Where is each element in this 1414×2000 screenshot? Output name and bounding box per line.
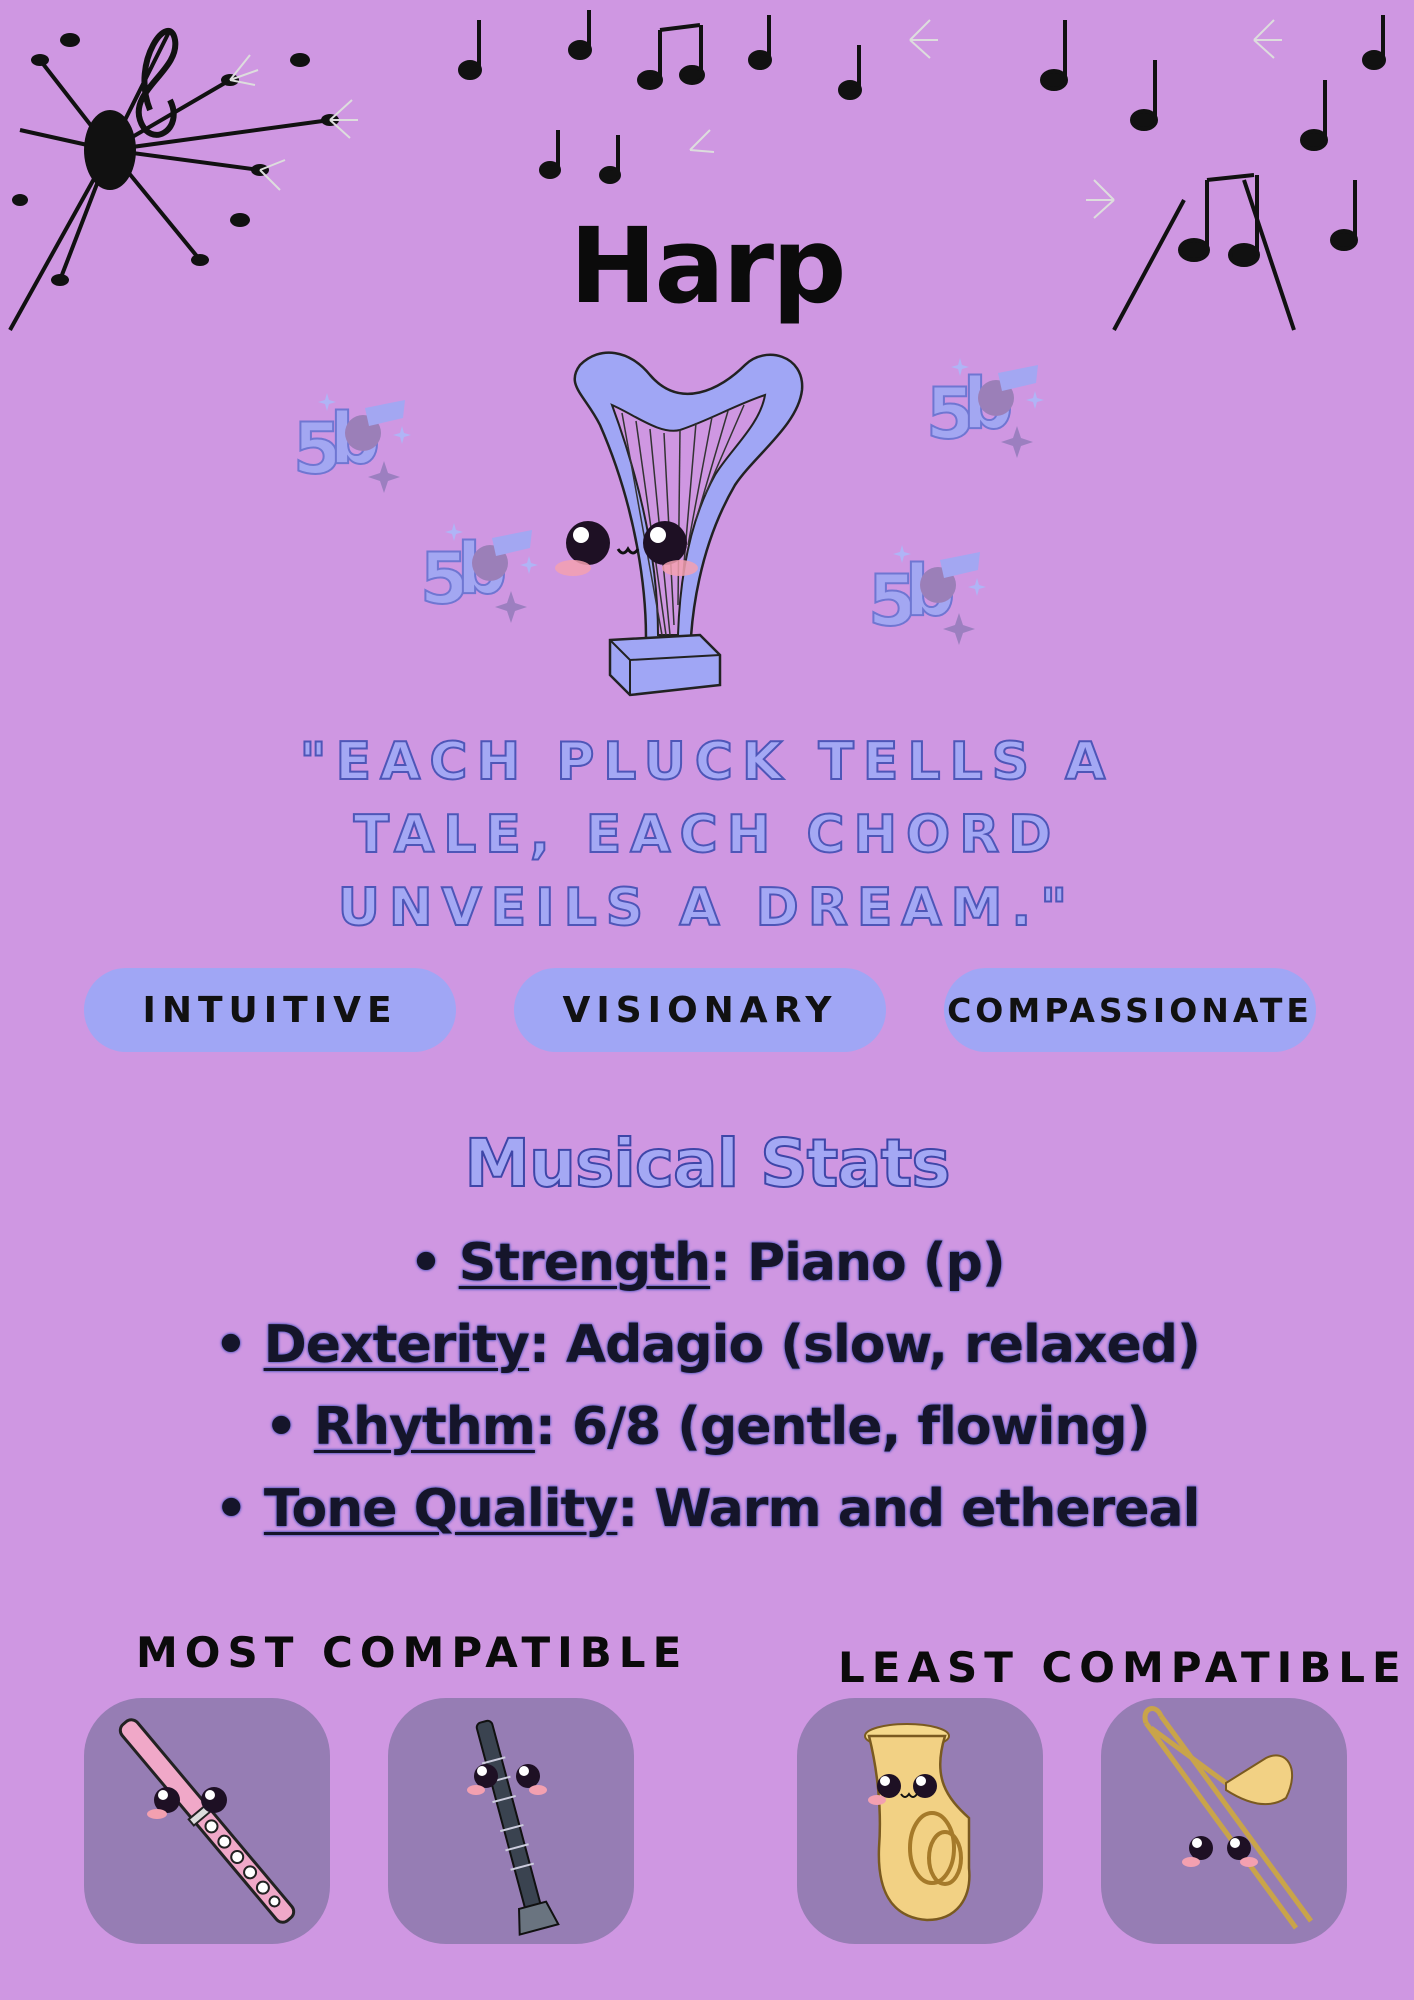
stat-strength: • Strength: Piano (p) <box>409 1233 1006 1293</box>
stat-dexterity: • Dexterity: Adagio (slow, relaxed) <box>214 1315 1201 1375</box>
trait-badge-intuitive: INTUITIVE <box>84 968 456 1052</box>
stat-label: Rhythm <box>313 1397 536 1457</box>
music-notes-decoration-top <box>458 10 938 184</box>
musical-stats-heading: Musical Stats <box>463 1124 951 1203</box>
flute-icon <box>118 1718 296 1924</box>
incompatible-card-trombone <box>1101 1698 1347 1944</box>
trait-badge-compassionate: COMPASSIONATE <box>944 968 1316 1052</box>
compatible-card-flute <box>84 1698 330 1944</box>
stat-label: Tone Quality <box>263 1479 618 1539</box>
tuba-icon <box>864 1723 971 1922</box>
trombone-icon <box>1142 1706 1314 1930</box>
musical-stats-list: • Strength: Piano (p) • Dexterity: Adagi… <box>0 1222 1414 1550</box>
stat-label: Strength <box>458 1233 711 1293</box>
sparkle-notes-icon: 5 b <box>925 358 1044 458</box>
page: Harp 5 b 5 b 5 b 5 b <box>0 0 1414 2000</box>
clarinet-icon <box>467 1719 560 1936</box>
sparkle-notes-icon: 5 b <box>292 393 411 493</box>
stat-value: : Piano (p) <box>710 1233 1006 1293</box>
harp-character-icon <box>555 351 804 697</box>
stat-rhythm: • Rhythm: 6/8 (gentle, flowing) <box>264 1397 1151 1457</box>
stat-tone-quality: • Tone Quality: Warm and ethereal <box>214 1479 1201 1539</box>
stat-value: : 6/8 (gentle, flowing) <box>534 1397 1150 1457</box>
quote-text: "Each pluck tells a tale, each chord unv… <box>299 731 1115 939</box>
most-compatible-label: MOST COMPATIBLE <box>136 1628 689 1677</box>
stat-label: Dexterity <box>263 1315 530 1375</box>
page-title: Harp <box>569 205 847 327</box>
compatible-card-clarinet <box>388 1698 634 1944</box>
least-compatible-label: LEAST COMPATIBLE <box>838 1643 1408 1692</box>
stat-value: : Adagio (slow, relaxed) <box>528 1315 1201 1375</box>
sparkle-notes-icon: 5 b <box>419 523 538 623</box>
sparkle-notes-icon: 5 b <box>867 545 986 645</box>
incompatible-card-tuba <box>797 1698 1043 1944</box>
trait-badge-visionary: VISIONARY <box>514 968 886 1052</box>
stat-value: : Warm and ethereal <box>617 1479 1200 1539</box>
